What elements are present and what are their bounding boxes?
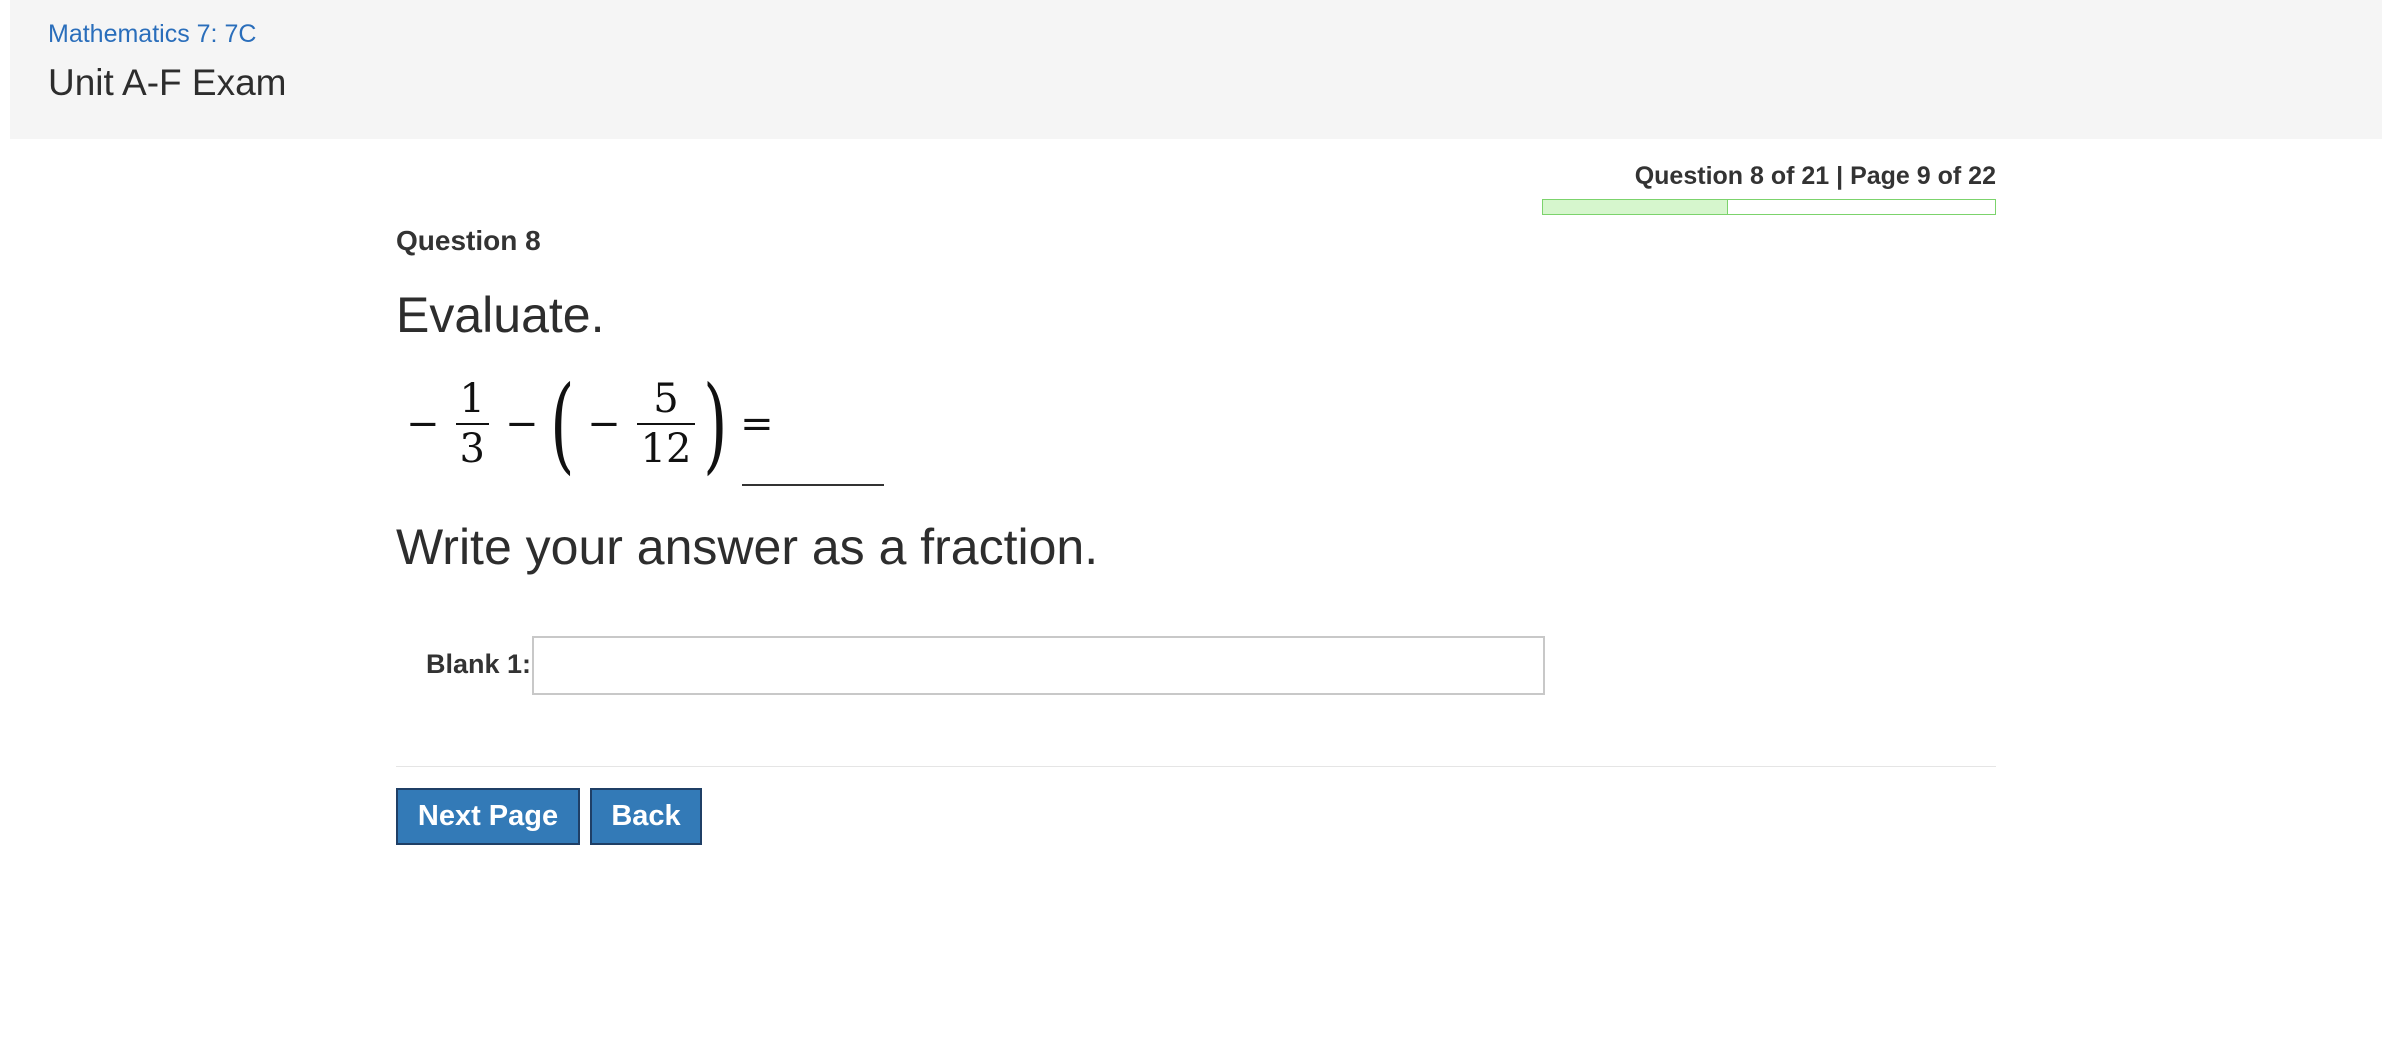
back-button[interactable]: Back xyxy=(590,788,702,845)
answer-blank-line xyxy=(742,484,884,486)
equals-sign: = xyxy=(740,401,774,447)
question-number: Question 8 xyxy=(396,225,541,256)
blank-1-label: Blank 1: xyxy=(426,649,532,679)
fraction-denominator: 12 xyxy=(640,426,692,472)
exam-title: Unit A-F Exam xyxy=(48,62,287,103)
course-breadcrumb-link[interactable]: Mathematics 7: 7C xyxy=(48,20,256,49)
section-divider xyxy=(396,766,1996,767)
progress-text: Question 8 of 21 | Page 9 of 22 xyxy=(1634,162,1996,190)
progress-bar xyxy=(1542,199,1996,215)
question-instruction: Write your answer as a fraction. xyxy=(396,519,1099,575)
blank-1-input[interactable] xyxy=(532,636,1545,695)
fraction-one-third: 1 3 xyxy=(455,375,489,473)
fraction-numerator: 1 xyxy=(459,376,485,422)
page-header: Mathematics 7: 7C Unit A-F Exam xyxy=(10,0,2382,139)
fraction-numerator: 5 xyxy=(653,376,679,422)
right-parenthesis: ) xyxy=(703,363,728,485)
progress-bar-fill xyxy=(1543,200,1729,214)
next-page-button[interactable]: Next Page xyxy=(396,788,580,845)
minus-sign: − xyxy=(504,401,539,447)
question-prompt: Evaluate. xyxy=(396,287,605,343)
fraction-five-twelfths: 5 12 xyxy=(636,375,696,473)
minus-sign: − xyxy=(587,401,621,447)
left-parenthesis: ( xyxy=(550,363,575,485)
minus-sign: − xyxy=(406,401,440,447)
math-expression: − 1 3 − ( − 5 12 ) = xyxy=(396,366,784,482)
fraction-denominator: 3 xyxy=(459,426,485,472)
